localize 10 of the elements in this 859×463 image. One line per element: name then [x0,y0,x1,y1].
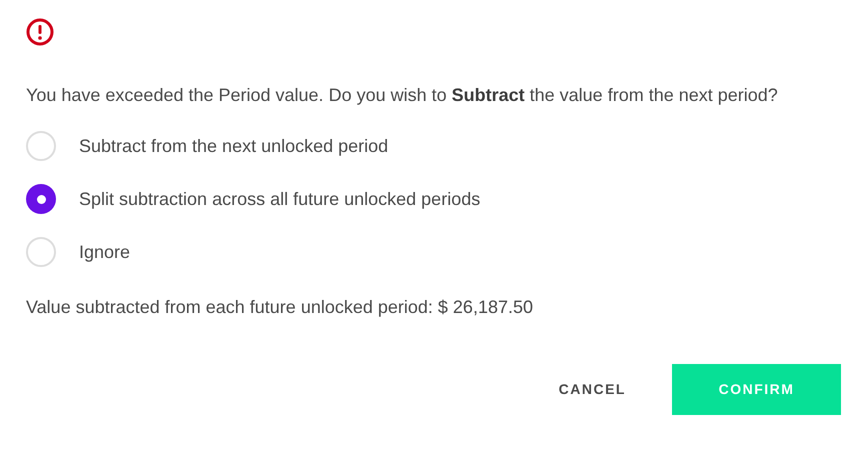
cancel-button[interactable]: CANCEL [554,364,630,416]
option-label[interactable]: Subtract from the next unlocked period [79,132,388,160]
message-text: You have exceeded the Period value. Do you wish to Subtract the value from the next period? [26,84,779,108]
radio-button[interactable] [26,237,56,268]
summary-text: Value subtracted from each future unlocked period: $ 26,187.50 [26,296,534,320]
radio-button[interactable] [26,131,56,162]
alert-icon [26,18,54,46]
option-label[interactable]: Ignore [79,238,130,266]
radio-button[interactable] [26,184,56,214]
option-label[interactable]: Split subtraction across all future unlocked periods [79,186,480,213]
